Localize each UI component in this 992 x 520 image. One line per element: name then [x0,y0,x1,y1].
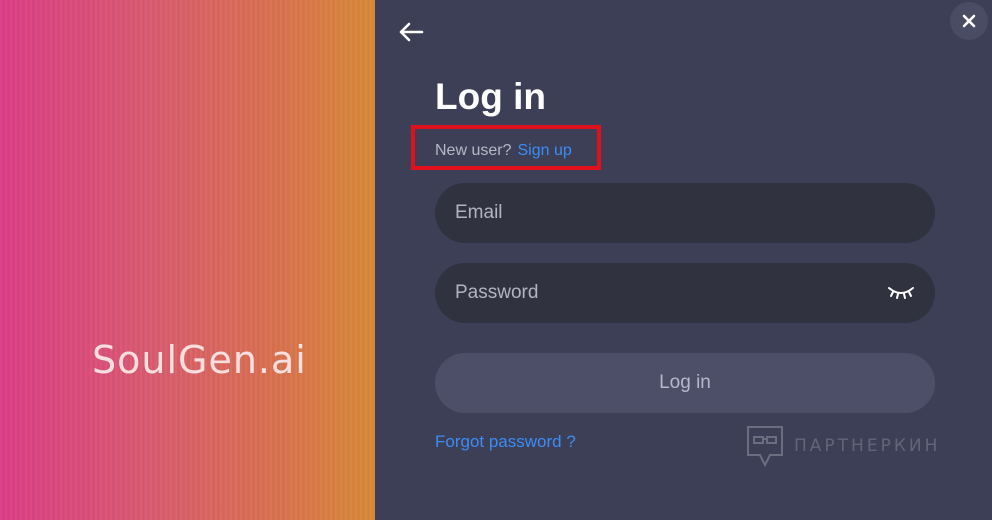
back-button[interactable] [398,20,424,44]
sign-up-link[interactable]: Sign up [517,142,571,159]
page-title: Log in [435,76,546,117]
close-icon [962,14,976,28]
partnerkin-logo-icon [747,426,783,467]
password-field-container [435,263,935,323]
new-user-label: New user? [435,142,512,159]
brand-panel: SoulGen.ai [0,0,375,520]
new-user-prompt: New user? Sign up [435,142,572,160]
email-field[interactable] [435,183,935,243]
forgot-password-link[interactable]: Forgot password ? [435,432,576,452]
login-button[interactable]: Log in [435,353,935,413]
arrow-left-icon [399,22,424,42]
watermark-text: ПАРТНЕРКИН [794,436,941,456]
watermark: ПАРТНЕРКИН [746,425,940,467]
eye-closed-icon[interactable] [887,285,915,301]
close-button[interactable] [950,2,988,40]
soulgen-logo: SoulGen.ai [92,338,307,382]
email-field-container [435,183,935,243]
password-field[interactable] [435,263,935,323]
